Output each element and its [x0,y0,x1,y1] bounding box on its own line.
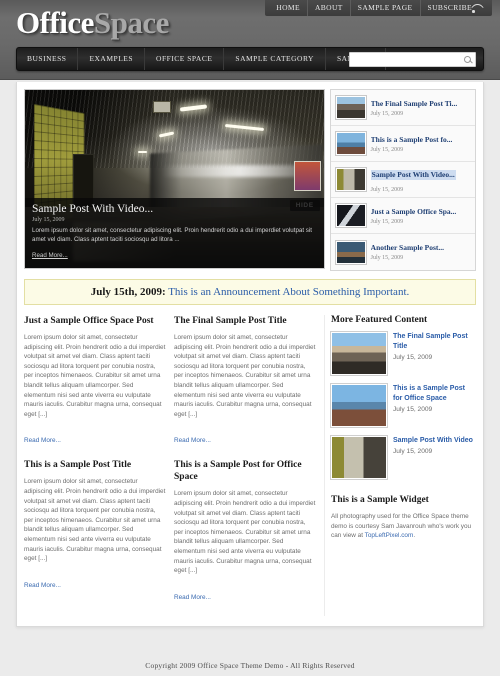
post-read-more-link[interactable]: Read More... [24,582,61,589]
list-item-date: July 15, 2009 [370,146,404,153]
topnav-item-about[interactable]: ABOUT [308,0,351,16]
sidebar: More Featured Content The Final Sample P… [324,315,476,616]
featured-read-more-link[interactable]: Read More... [32,252,68,259]
thumbnail-image [335,132,366,155]
thumbnail-image [331,384,387,427]
nav-item-examples[interactable]: EXAMPLES [78,48,146,70]
announcement-date: July 15th, 2009: [90,286,166,298]
list-item-title: Just a Sample Office Spa... [370,206,457,216]
list-item-title: Another Sample Post... [370,243,445,252]
nav-item-business[interactable]: BUSINESS [17,48,79,70]
post-read-more-link[interactable]: Read More... [174,437,211,444]
post-entry: This is a Sample Post Title Lorem ipsum … [24,459,166,603]
wall-poster [293,161,321,192]
thumbnail-image [335,96,366,119]
search-input[interactable] [353,53,463,66]
sidebar-heading-featured: More Featured Content [331,315,428,325]
post-excerpt: Lorem ipsum dolor sit amet, consectetur … [24,334,166,418]
featured-date: July 15, 2009 [32,217,65,223]
sidebar-item-date: July 15, 2009 [393,354,433,361]
post-entry: This is a Sample Post for Office Space L… [174,459,316,603]
thumbnail-image [331,436,387,479]
site-logo[interactable]: OfficeSpace [16,6,169,40]
featured-caption: Sample Post With Video... July 15, 2009 … [25,198,324,268]
featured-title[interactable]: Sample Post With Video... [32,203,317,215]
post-entry: Just a Sample Office Space Post Lorem ip… [24,315,166,447]
topnav-item-home[interactable]: HOME [269,0,308,16]
thumbnail-image [331,332,387,375]
widget-heading: This is a Sample Widget [331,495,429,505]
topnav-item-sample-page[interactable]: SAMPLE PAGE [351,0,421,16]
sidebar-item-date: July 15, 2009 [393,406,433,413]
post-title[interactable]: The Final Sample Post Title [174,315,316,327]
logo-primary-text: Office [16,5,94,40]
subscribe-label: SUBSCRIBE [427,3,472,12]
announcement-bar: July 15th, 2009: This is an Announcement… [24,279,476,305]
main-navigation: BUSINESS EXAMPLES OFFICE SPACE SAMPLE CA… [16,47,484,71]
announcement-text[interactable]: This is an Announcement About Something … [168,286,409,298]
rss-icon [472,4,481,13]
nav-item-office-space[interactable]: OFFICE SPACE [145,48,225,70]
logo-secondary-text: Space [93,5,170,40]
ceiling-box [153,100,172,114]
post-title[interactable]: Just a Sample Office Space Post [24,315,166,327]
list-item[interactable]: Another Sample Post... July 15, 2009 [331,234,475,270]
list-item-active[interactable]: Sample Post With Video... July 15, 2009 [330,162,475,198]
site-footer: Copyright 2009 Office Space Theme Demo -… [0,654,500,676]
widget-link[interactable]: TopLeftPixel.com [365,532,414,539]
widget-text-after: . [413,532,416,540]
post-grid: Just a Sample Office Space Post Lorem ip… [24,315,324,616]
copyright-text: Copyright 2009 Office Space Theme Demo -… [145,660,355,670]
sidebar-list-item[interactable]: Sample Post With Video July 15, 2009 [331,436,476,479]
post-title[interactable]: This is a Sample Post for Office Space [174,459,316,483]
list-item[interactable]: The Final Sample Post Ti... July 15, 200… [330,90,475,126]
sidebar-item-title: The Final Sample Post Title [393,333,468,350]
top-navigation: HOME ABOUT SAMPLE PAGE SUBSCRIBE [265,0,492,16]
sidebar-widget: This is a Sample Widget All photography … [331,495,476,541]
post-entry: The Final Sample Post Title Lorem ipsum … [174,315,316,447]
site-header: HOME ABOUT SAMPLE PAGE SUBSCRIBE OfficeS… [0,0,500,80]
post-excerpt: Lorem ipsum dolor sit amet, consectetur … [24,478,166,563]
list-item-date: July 15, 2009 [370,110,404,117]
list-item-title: This is a Sample Post fo... [370,134,453,144]
topnav-item-subscribe[interactable]: SUBSCRIBE [421,0,488,16]
search-icon[interactable] [463,53,474,66]
sidebar-item-title: Sample Post With Video [393,437,473,444]
sidebar-list-item[interactable]: The Final Sample Post Title July 15, 200… [331,332,476,375]
list-item[interactable]: Just a Sample Office Spa... July 15, 200… [330,198,475,234]
search-box[interactable] [349,52,476,67]
ceiling-lamp [138,150,148,153]
featured-excerpt: Lorem ipsum dolor sit amet, consectetur … [32,227,312,243]
sidebar-list-item[interactable]: This is a Sample Post for Office Space J… [331,384,476,427]
nav-item-sample-category[interactable]: SAMPLE CATEGORY [224,48,326,70]
post-excerpt: Lorem ipsum dolor sit amet, consectetur … [174,490,316,575]
list-item-date: July 15, 2009 [370,255,404,261]
thumbnail-image [335,240,366,264]
list-item-date: July 15, 2009 [370,218,404,225]
thumbnail-image [335,168,366,191]
sidebar-item-title: This is a Sample Post for Office Space [393,385,465,402]
sidebar-item-date: July 15, 2009 [393,448,433,455]
list-item[interactable]: This is a Sample Post fo... July 15, 200… [330,126,475,162]
post-read-more-link[interactable]: Read More... [24,437,61,444]
post-title[interactable]: This is a Sample Post Title [24,459,166,471]
featured-slide[interactable]: HIDE Sample Post With Video... July 15, … [24,89,325,269]
list-item-title: Sample Post With Video... [370,169,456,180]
page-root: HOME ABOUT SAMPLE PAGE SUBSCRIBE OfficeS… [0,0,500,676]
list-item-date: July 15, 2009 [370,186,404,193]
widget-text: All photography used for the Office Spac… [331,512,476,541]
thumbnail-image [335,204,366,227]
list-item-title: The Final Sample Post Ti... [370,98,458,108]
post-excerpt: Lorem ipsum dolor sit amet, consectetur … [174,334,316,418]
featured-slider: HIDE Sample Post With Video... July 15, … [24,89,476,271]
content-wrapper: HIDE Sample Post With Video... July 15, … [16,82,484,627]
main-content: Just a Sample Office Space Post Lorem ip… [24,315,476,616]
featured-post-list: The Final Sample Post Ti... July 15, 200… [329,89,476,271]
post-read-more-link[interactable]: Read More... [174,594,211,601]
